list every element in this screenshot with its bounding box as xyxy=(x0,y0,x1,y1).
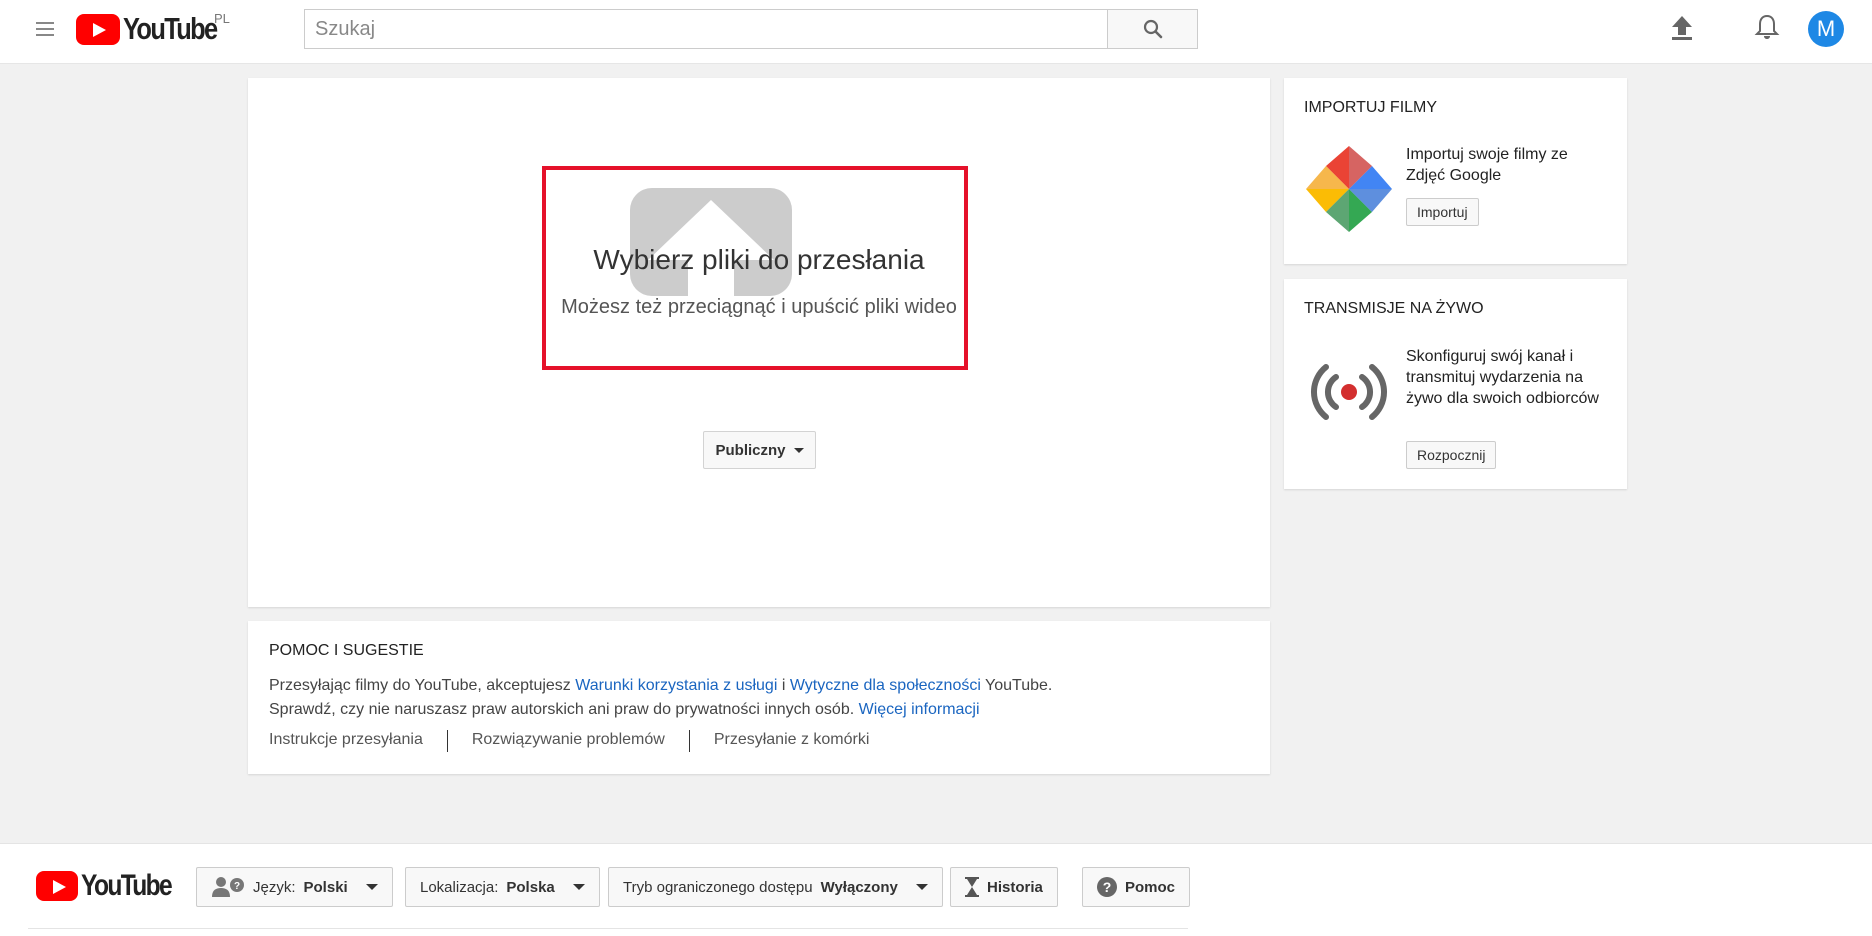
caret-down-icon xyxy=(915,884,928,890)
more-info-link[interactable]: Więcej informacji xyxy=(859,701,980,718)
location-label: Lokalizacja: xyxy=(420,878,499,896)
top-bar: YouTube PL M xyxy=(0,0,1872,64)
restricted-label: Tryb ograniczonego dostępu xyxy=(623,878,813,896)
live-description: Skonfiguruj swój kanał i transmituj wyda… xyxy=(1406,348,1599,407)
footer: YouTube ? Język: Polski Lokalizacja: Polsk… xyxy=(0,843,1872,936)
search-bar xyxy=(304,9,1198,49)
youtube-play-icon xyxy=(36,871,78,901)
terms-and: i xyxy=(777,677,790,694)
select-files-title[interactable]: Wybierz pliki do przesłania xyxy=(248,244,1270,276)
upload-icon[interactable] xyxy=(1668,14,1696,42)
svg-text:?: ? xyxy=(234,881,240,892)
divider xyxy=(446,730,448,752)
divider xyxy=(688,730,690,752)
restricted-mode-button[interactable]: Tryb ograniczonego dostępu Wyłączony xyxy=(608,867,943,907)
help-button[interactable]: ? Pomoc xyxy=(1082,867,1191,907)
privacy-label: Publiczny xyxy=(715,441,786,459)
caret-down-icon xyxy=(793,447,804,453)
region-badge: PL xyxy=(214,11,230,26)
live-streaming-card: TRANSMISJE NA ŻYWO Skonfiguruj swój kana… xyxy=(1284,279,1627,489)
bell-icon[interactable] xyxy=(1752,12,1782,42)
history-button[interactable]: Historia xyxy=(950,867,1058,907)
caret-down-icon xyxy=(572,884,585,890)
terms-prefix: Przesyłając filmy do YouTube, akceptujes… xyxy=(269,677,576,694)
svg-text:?: ? xyxy=(1103,879,1112,895)
history-label: Historia xyxy=(987,878,1043,896)
import-videos-card: IMPORTUJ FILMY Importuj swoje filmy ze Z… xyxy=(1284,78,1627,264)
guidelines-link[interactable]: Wytyczne dla społeczności xyxy=(790,677,981,694)
hourglass-icon xyxy=(965,877,979,897)
help-title: POMOC I SUGESTIE xyxy=(269,642,424,659)
search-button[interactable] xyxy=(1108,9,1198,49)
copyright-notice: Sprawdź, czy nie naruszasz praw autorski… xyxy=(269,701,980,719)
import-description: Importuj swoje filmy ze Zdjęć Google xyxy=(1406,146,1568,184)
terms-notice: Przesyłając filmy do YouTube, akceptujes… xyxy=(269,677,1052,695)
language-icon: ? xyxy=(212,877,244,897)
live-broadcast-icon xyxy=(1311,364,1387,420)
troubleshooting-link[interactable]: Rozwiązywanie problemów xyxy=(472,731,665,752)
footer-divider xyxy=(28,928,1188,929)
terms-link[interactable]: Warunki korzystania z usługi xyxy=(575,677,777,694)
import-button[interactable]: Importuj xyxy=(1406,198,1479,226)
language-label: Język: xyxy=(253,878,296,896)
language-button[interactable]: ? Język: Polski xyxy=(196,867,393,907)
start-live-button[interactable]: Rozpocznij xyxy=(1406,441,1497,469)
caret-down-icon xyxy=(365,884,378,890)
language-value: Polski xyxy=(303,878,348,896)
logo-text: YouTube xyxy=(123,11,218,46)
avatar[interactable]: M xyxy=(1808,11,1844,47)
search-input[interactable] xyxy=(304,9,1108,49)
copyright-text: Sprawdź, czy nie naruszasz praw autorski… xyxy=(269,701,859,718)
restricted-value: Wyłączony xyxy=(820,878,898,896)
live-title: TRANSMISJE NA ŻYWO xyxy=(1304,300,1484,317)
search-icon xyxy=(1143,19,1162,39)
privacy-dropdown[interactable]: Publiczny xyxy=(703,431,816,469)
youtube-logo[interactable]: YouTube xyxy=(76,11,237,46)
footer-youtube-logo[interactable]: YouTube xyxy=(36,869,191,903)
drag-drop-hint: Możesz też przeciągnąć i upuścić pliki w… xyxy=(561,296,957,318)
mobile-upload-link[interactable]: Przesyłanie z komórki xyxy=(714,731,870,752)
google-photos-icon xyxy=(1306,146,1392,232)
help-links: Instrukcje przesyłania Rozwiązywanie pro… xyxy=(269,730,870,752)
youtube-play-icon xyxy=(76,13,120,45)
upload-arrow-icon[interactable] xyxy=(630,188,792,296)
upload-instructions-link[interactable]: Instrukcje przesyłania xyxy=(269,731,423,752)
location-value: Polska xyxy=(506,878,555,896)
footer-logo-text: YouTube xyxy=(81,869,173,902)
help-icon: ? xyxy=(1097,877,1117,897)
help-card: POMOC I SUGESTIE Przesyłając filmy do Yo… xyxy=(248,621,1270,774)
upload-card xyxy=(248,78,1270,607)
menu-icon[interactable] xyxy=(34,18,56,38)
terms-suffix: YouTube. xyxy=(980,677,1053,694)
help-label: Pomoc xyxy=(1125,878,1176,896)
location-button[interactable]: Lokalizacja: Polska xyxy=(405,867,600,907)
import-title: IMPORTUJ FILMY xyxy=(1304,99,1438,116)
